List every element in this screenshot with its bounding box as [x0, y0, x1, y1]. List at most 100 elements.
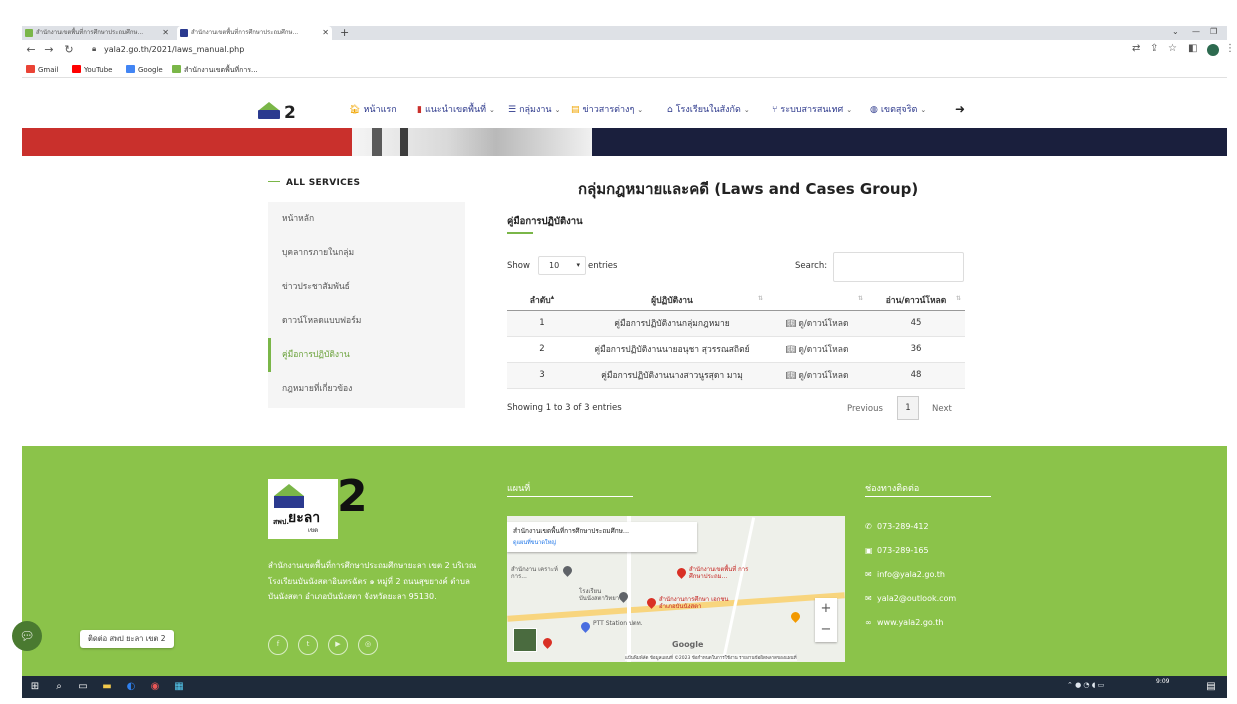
bookmark-gmail[interactable]: Gmail — [26, 64, 58, 76]
pagination-next[interactable]: Next — [932, 404, 952, 414]
chevron-down-icon[interactable]: ⌄ — [1172, 26, 1179, 38]
sidebar: หน้าหลัก บุคลากรภายในกลุ่ม ข่าวประชาสัมพ… — [268, 202, 465, 408]
pagination-page-1[interactable]: 1 — [897, 396, 919, 420]
table-header-row: ลำดับ▴ ผู้ปฏิบัติงาน ⇅ ⇅ อ่าน/ดาวน์โหลด ⇅ — [507, 290, 965, 311]
sidebar-item-news[interactable]: ข่าวประชาสัมพันธ์ — [268, 270, 465, 304]
page-length-select[interactable]: 10 ▾ — [538, 256, 586, 275]
school-icon: ⌂ — [667, 105, 673, 115]
sidebar-item-home[interactable]: หน้าหลัก — [268, 202, 465, 236]
minimize-icon[interactable]: — — [1192, 26, 1200, 38]
nav-news[interactable]: ▤ ข่าวสารต่างๆ ⌄ — [571, 103, 643, 117]
sidebar-item-forms[interactable]: ดาวน์โหลดแบบฟอร์ม — [268, 304, 465, 338]
instagram-icon[interactable]: ◎ — [358, 635, 378, 655]
map-pin-icon[interactable] — [675, 566, 688, 579]
link-icon: ∞ — [865, 618, 872, 627]
column-header-order[interactable]: ลำดับ▴ — [507, 290, 577, 311]
sidebar-item-staff[interactable]: บุคลากรภายในกลุ่ม — [268, 236, 465, 270]
site-logo[interactable] — [256, 102, 282, 122]
section-title: คู่มือการปฏิบัติงาน — [507, 216, 583, 227]
twitter-icon[interactable]: t — [298, 635, 318, 655]
notification-icon[interactable]: ▤ — [1204, 680, 1218, 694]
map-pin-icon[interactable] — [579, 620, 592, 633]
map-pin-icon[interactable] — [789, 610, 802, 623]
mail-icon: ✉ — [865, 570, 872, 579]
map-pin-icon[interactable] — [561, 564, 574, 577]
chat-button[interactable]: 💬︎ — [12, 621, 42, 651]
map-satellite-toggle[interactable] — [513, 628, 537, 652]
browser-tab-strip: สำนักงานเขตพื้นที่การศึกษาประถมศึกษ... ✕… — [22, 26, 1227, 40]
contact-fax[interactable]: ▣ 073-289-165 — [865, 546, 929, 555]
browser-tab-2[interactable]: สำนักงานเขตพื้นที่การศึกษาประถมศึกษ... ✕ — [177, 26, 332, 40]
row-number: 3 — [507, 362, 577, 389]
windows-taskbar: ⊞ ⌕ ▭ ▬ ◐ ◉ ▦ ⌃ ● ◔ ◖ ▭ 9:09 ▤ — [22, 676, 1227, 698]
contact-website[interactable]: ∞ www.yala2.go.th — [865, 618, 943, 627]
bookmark-office[interactable]: สำนักงานเขตพื้นที่การ... — [172, 64, 258, 76]
search-icon[interactable]: ⌕ — [52, 680, 66, 694]
chrome-icon[interactable]: ◉ — [148, 680, 162, 694]
chat-label[interactable]: ติดต่อ สพป ยะลา เขต 2 — [80, 630, 174, 648]
new-tab-button[interactable]: + — [340, 26, 349, 39]
map-zoom-control[interactable]: + − — [815, 598, 837, 642]
star-icon[interactable]: ☆ — [1168, 43, 1177, 54]
bookmark-google[interactable]: Google — [126, 64, 163, 76]
column-header-downloads[interactable]: อ่าน/ดาวน์โหลด ⇅ — [867, 290, 965, 311]
pagination-previous[interactable]: Previous — [847, 404, 883, 414]
map-place-card: สำนักงานเขตพื้นที่การศึกษาประถมศึกษ... ด… — [507, 522, 697, 552]
forward-icon[interactable]: → — [42, 43, 56, 56]
download-count: 36 — [867, 336, 965, 363]
login-icon[interactable]: ➜ — [955, 102, 965, 116]
screen: สำนักงานเขตพื้นที่การศึกษาประถมศึกษ... ✕… — [0, 0, 1237, 704]
sidepanel-icon[interactable]: ◧ — [1188, 43, 1197, 54]
chevron-down-icon: ⌄ — [743, 106, 750, 114]
facebook-icon[interactable]: f — [268, 635, 288, 655]
column-header-link[interactable]: ⇅ — [767, 290, 867, 311]
maximize-icon[interactable]: ❐ — [1210, 26, 1217, 38]
contact-phone[interactable]: ✆ 073-289-412 — [865, 522, 929, 531]
chevron-down-icon: ⌄ — [489, 106, 495, 114]
share-icon[interactable]: ⇪ — [1150, 43, 1158, 54]
download-link[interactable]: 📖︎ ดู/ดาวน์โหลด — [767, 310, 867, 337]
file-explorer-icon[interactable]: ▬ — [100, 680, 114, 694]
tab-close-icon[interactable]: ✕ — [162, 26, 169, 40]
embedded-map[interactable]: สำนักงานเขตพื้นที่การศึกษาประถมศึกษ... ด… — [507, 516, 845, 662]
nav-schools[interactable]: ⌂ โรงเรียนในสังกัด ⌄ — [667, 103, 750, 117]
contact-outlook[interactable]: ✉ yala2@outlook.com — [865, 594, 956, 603]
footer-map-title: แผนที่ — [507, 484, 531, 494]
column-header-name[interactable]: ผู้ปฏิบัติงาน ⇅ — [577, 290, 767, 311]
browser-tab-1[interactable]: สำนักงานเขตพื้นที่การศึกษาประถมศึกษ... ✕ — [22, 26, 172, 40]
map-pin-icon[interactable] — [541, 636, 554, 649]
download-count: 45 — [867, 310, 965, 337]
reload-icon[interactable]: ↻ — [62, 43, 76, 56]
download-link[interactable]: 📖︎ ดู/ดาวน์โหลด — [767, 362, 867, 389]
url-field[interactable]: yala2.go.th/2021/laws_manual.php — [104, 45, 244, 54]
tray-icons[interactable]: ⌃ ● ◔ ◖ ▭ — [1067, 681, 1104, 689]
taskbar-clock[interactable]: 9:09 — [1156, 678, 1169, 686]
tab-close-icon[interactable]: ✕ — [322, 26, 329, 40]
search-input[interactable] — [833, 252, 964, 282]
task-view-icon[interactable]: ▭ — [76, 680, 90, 694]
windows-start-icon[interactable]: ⊞ — [28, 680, 42, 694]
app-icon[interactable]: ▦ — [172, 680, 186, 694]
profile-avatar-icon[interactable] — [1207, 44, 1219, 56]
nav-about[interactable]: ▮ แนะนำเขตพื้นที่ ⌄ — [417, 103, 495, 117]
bookmark-youtube[interactable]: YouTube — [72, 64, 112, 76]
menu-dots-icon[interactable]: ⋮ — [1225, 43, 1235, 54]
translate-icon[interactable]: ⇄ — [1132, 43, 1140, 54]
section-underline — [507, 232, 533, 234]
nav-integrity[interactable]: ◍ เขตสุจริต ⌄ — [870, 103, 926, 117]
nav-groups[interactable]: ☰ กลุ่มงาน ⌄ — [508, 103, 560, 117]
map-larger-link[interactable]: ดูแผนที่ขนาดใหญ่ — [513, 539, 691, 547]
download-link[interactable]: 📖︎ ดู/ดาวน์โหลด — [767, 336, 867, 363]
nav-information[interactable]: ⑂ ระบบสารสนเทศ ⌄ — [772, 103, 852, 117]
sidebar-item-laws[interactable]: กฎหมายที่เกี่ยวข้อง — [268, 372, 465, 406]
download-count: 48 — [867, 362, 965, 389]
youtube-icon[interactable]: ▶ — [328, 635, 348, 655]
edge-icon[interactable]: ◐ — [124, 680, 138, 694]
contact-email[interactable]: ✉ info@yala2.go.th — [865, 570, 945, 579]
back-icon[interactable]: ← — [24, 43, 38, 56]
sidebar-item-manual[interactable]: คู่มือการปฏิบัติงาน — [268, 338, 465, 372]
table-row: 2 คู่มือการปฏิบัติงานนายอนุชา สุวรรณสถิต… — [507, 336, 965, 363]
nav-home[interactable]: 🏠︎ หน้าแรก — [349, 103, 397, 117]
table-row: 3 คู่มือการปฏิบัติงานนางสาวนูรสุดา มามุ … — [507, 362, 965, 389]
site-favicon-icon — [25, 29, 33, 37]
